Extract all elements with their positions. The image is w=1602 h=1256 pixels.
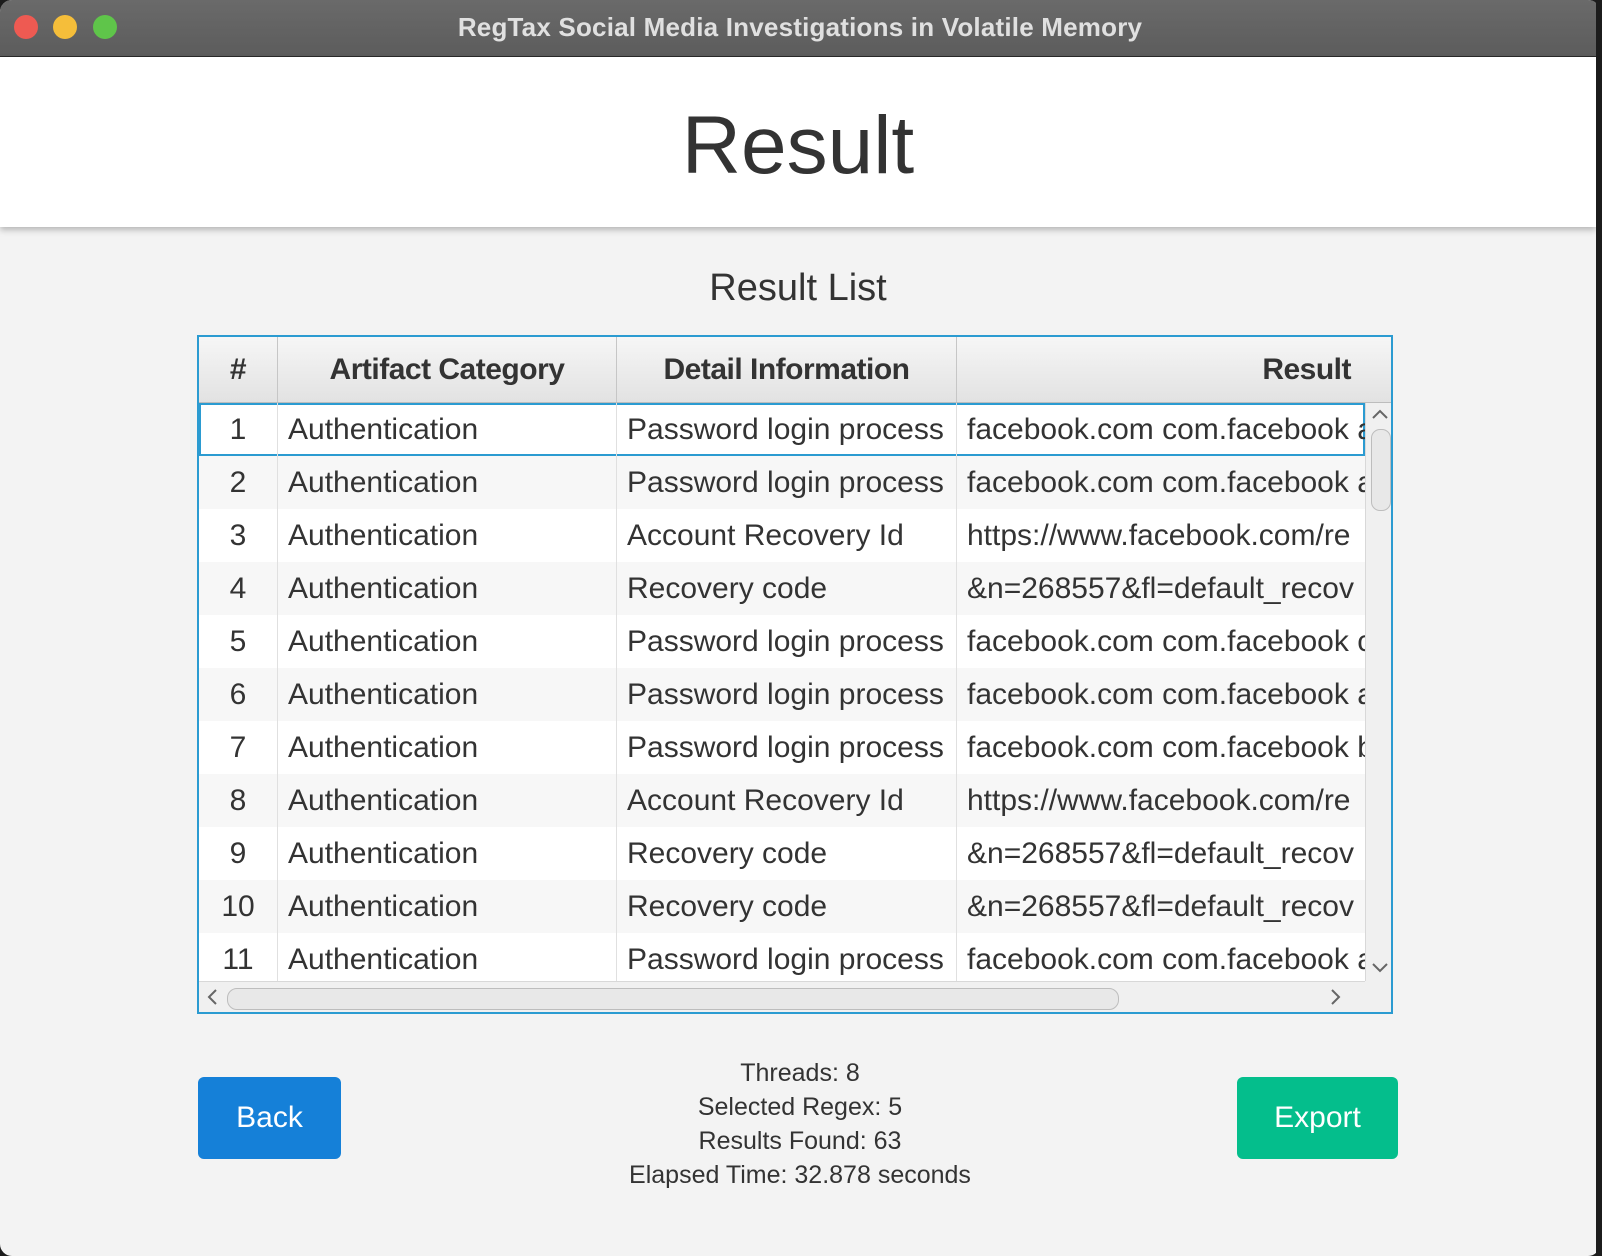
window-title: RegTax Social Media Investigations in Vo… [457,12,1143,42]
row-number-cell: 10 [199,880,278,934]
vertical-scrollbar[interactable] [1365,403,1391,981]
result-cell: facebook.com com.facebook a [967,943,1365,976]
scroll-corner [1365,981,1391,1012]
page-title: Result [681,100,915,191]
artifact-category-cell: Authentication [278,933,617,981]
desktop-edge [1596,0,1602,1256]
artifact-category-cell: Authentication [278,774,617,828]
artifact-category-cell: Authentication [278,403,617,457]
horizontal-scroll-thumb[interactable] [227,988,1119,1010]
detail-information-cell: Password login process [617,403,957,457]
threads-count: Threads: 8 [740,1059,860,1087]
header-panel: Result [0,57,1596,227]
result-table[interactable]: # Artifact Category Detail Information R… [197,335,1393,1014]
table-row[interactable]: 1 Authentication Password login process fac… [199,403,1365,457]
result-cell: facebook.com com.facebook c [967,625,1365,658]
artifact-category-cell: Authentication [278,721,617,775]
result-cell: https://www.facebook.com/re [967,519,1351,552]
table-row[interactable]: 9 Authentication Recovery code &n=268557&fl… [199,827,1365,881]
result-cell: &n=268557&fl=default_recov [967,837,1354,870]
detail-information-cell: Password login process [617,721,957,775]
app-window: RegTax Social Media Investigations in Vo… [0,0,1600,1256]
table-header: # Artifact Category Detail Information R… [199,337,1391,403]
artifact-category-cell: Authentication [278,509,617,563]
artifact-category-cell: Authentication [278,615,617,669]
elapsed-time: Elapsed Time: 32.878 seconds [629,1161,971,1189]
detail-information-cell: Password login process [617,456,957,510]
row-number-cell: 8 [199,774,278,828]
table-row[interactable]: 5 Authentication Password login process fac… [199,615,1365,669]
row-number-cell: 6 [199,668,278,722]
table-row[interactable]: 11 Authentication Password login process fa… [199,933,1365,981]
vertical-scroll-thumb[interactable] [1371,429,1391,511]
detail-information-cell: Recovery code [617,827,957,881]
result-cell: &n=268557&fl=default_recov [967,890,1354,923]
export-button[interactable]: Export [1237,1077,1398,1159]
artifact-category-cell: Authentication [278,562,617,616]
result-list-title: Result List [709,267,887,309]
detail-information-cell: Password login process [617,933,957,981]
table-row[interactable]: 2 Authentication Password login process fac… [199,456,1365,510]
column-header-artifact-category[interactable]: Artifact Category [278,337,617,402]
chevron-right-icon[interactable] [1329,988,1343,1010]
row-number-cell: 5 [199,615,278,669]
detail-information-cell: Recovery code [617,562,957,616]
run-statistics: Threads: 8 Selected Regex: 5 Results Fou… [500,1056,1100,1192]
result-cell: facebook.com com.facebook b [967,731,1365,764]
chevron-left-icon[interactable] [205,988,219,1010]
table-row[interactable]: 6 Authentication Password login process fac… [199,668,1365,722]
row-number-cell: 2 [199,456,278,510]
artifact-category-cell: Authentication [278,668,617,722]
column-header-result[interactable]: Result [957,337,1391,402]
chevron-up-icon[interactable] [1371,405,1389,425]
row-number-cell: 11 [199,933,278,981]
result-cell: facebook.com com.facebook a [967,678,1365,711]
table-row[interactable]: 10 Authentication Recovery code &n=268557&f… [199,880,1365,934]
row-number-cell: 9 [199,827,278,881]
detail-information-cell: Password login process [617,615,957,669]
result-cell: facebook.com com.facebook a [967,466,1365,499]
result-cell: https://www.facebook.com/re [967,784,1351,817]
table-row[interactable]: 4 Authentication Recovery code &n=268557&fl… [199,562,1365,616]
detail-information-cell: Recovery code [617,880,957,934]
detail-information-cell: Account Recovery Id [617,509,957,563]
artifact-category-cell: Authentication [278,456,617,510]
back-button[interactable]: Back [198,1077,341,1159]
table-body: 1 Authentication Password login process fac… [199,403,1365,981]
row-number-cell: 4 [199,562,278,616]
selected-regex-count: Selected Regex: 5 [697,1093,903,1121]
detail-information-cell: Account Recovery Id [617,774,957,828]
column-header-number[interactable]: # [199,337,278,402]
result-cell: facebook.com com.facebook a [967,413,1365,446]
artifact-category-cell: Authentication [278,880,617,934]
table-row[interactable]: 7 Authentication Password login process fac… [199,721,1365,775]
table-row[interactable]: 8 Authentication Account Recovery Id https:… [199,774,1365,828]
column-header-detail-information[interactable]: Detail Information [617,337,957,402]
title-bar: RegTax Social Media Investigations in Vo… [0,0,1600,57]
horizontal-scrollbar[interactable] [199,981,1365,1012]
detail-information-cell: Password login process [617,668,957,722]
result-cell: &n=268557&fl=default_recov [967,572,1354,605]
row-number-cell: 3 [199,509,278,563]
table-row[interactable]: 3 Authentication Account Recovery Id https:… [199,509,1365,563]
row-number-cell: 7 [199,721,278,775]
artifact-category-cell: Authentication [278,827,617,881]
results-found-count: Results Found: 63 [698,1127,902,1155]
row-number-cell: 1 [199,403,278,457]
chevron-down-icon[interactable] [1371,959,1389,979]
